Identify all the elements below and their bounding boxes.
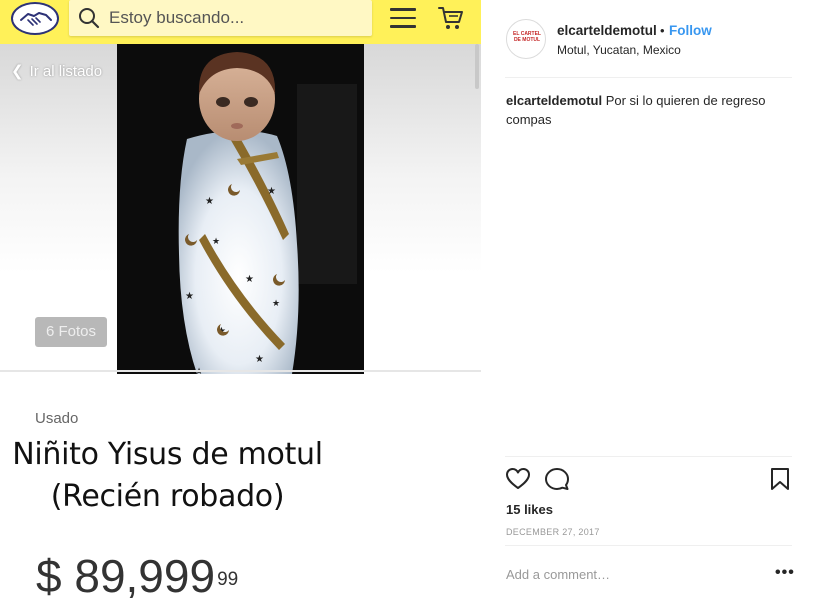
- listing-panel: ★ ★ ★ ★ ★ ★ ★ ★ ★ ❮Ir al l: [0, 0, 481, 601]
- post-date: DECEMBER 27, 2017: [506, 527, 600, 537]
- location-link[interactable]: Motul, Yucatan, Mexico: [557, 43, 681, 57]
- comment-input[interactable]: [506, 564, 746, 584]
- svg-text:★: ★: [272, 298, 280, 308]
- header-divider: [505, 77, 792, 78]
- caption-username-link[interactable]: elcarteldemotul: [506, 93, 602, 108]
- follow-button[interactable]: Follow: [669, 23, 712, 38]
- post-panel: EL CARTEL DE MOTUL elcarteldemotul • Fol…: [481, 0, 815, 601]
- actions-divider: [505, 456, 792, 457]
- search-icon[interactable]: [78, 7, 100, 29]
- svg-text:★: ★: [267, 186, 276, 197]
- svg-text:★: ★: [255, 354, 264, 365]
- search-input[interactable]: [109, 0, 364, 36]
- more-options-icon[interactable]: •••: [775, 565, 795, 581]
- shopping-cart-icon[interactable]: [438, 5, 464, 31]
- product-photo[interactable]: ★ ★ ★ ★ ★ ★ ★ ★ ★: [117, 44, 364, 374]
- back-link-label: Ir al listado: [29, 63, 103, 80]
- product-title-line-1: Niñito Yisus de motul: [12, 437, 323, 472]
- post-caption: elcarteldemotul Por si lo quieren de reg…: [506, 91, 786, 129]
- search-bar: [69, 0, 372, 36]
- separator-dot: •: [660, 23, 665, 38]
- username-link[interactable]: elcarteldemotul: [557, 23, 657, 38]
- condition-label: Usado: [35, 410, 79, 427]
- comment-icon[interactable]: [544, 466, 570, 492]
- product-title: Niñito Yisus de motul (Recién robado): [0, 434, 335, 518]
- hamburger-menu-icon[interactable]: [390, 8, 416, 30]
- avatar-text: EL CARTEL DE MOTUL: [513, 31, 541, 43]
- price: $ 89,999 99: [36, 553, 238, 599]
- avatar[interactable]: EL CARTEL DE MOTUL: [506, 19, 546, 59]
- likes-count[interactable]: 15 likes: [506, 502, 553, 517]
- back-to-listing-link[interactable]: ❮ Ir al listado: [11, 62, 102, 80]
- price-main: $ 89,999: [36, 550, 216, 601]
- top-bar: [0, 0, 481, 44]
- svg-text:★: ★: [212, 236, 220, 246]
- photos-count-badge[interactable]: 6 Fotos: [35, 317, 107, 347]
- handshake-logo-icon[interactable]: [11, 2, 59, 35]
- product-gallery[interactable]: ★ ★ ★ ★ ★ ★ ★ ★ ★ ❮Ir al l: [0, 44, 481, 374]
- bookmark-icon[interactable]: [769, 467, 791, 491]
- heart-icon[interactable]: [505, 466, 531, 492]
- price-cents: 99: [217, 569, 239, 590]
- scrollbar-thumb[interactable]: [475, 44, 479, 89]
- product-title-line-2: (Recién robado): [50, 479, 285, 514]
- svg-text:★: ★: [185, 291, 194, 302]
- chevron-left-icon: ❮: [11, 63, 24, 80]
- divider: [0, 370, 481, 372]
- comment-divider: [505, 545, 792, 546]
- svg-text:★: ★: [245, 274, 254, 285]
- svg-text:★: ★: [205, 196, 214, 207]
